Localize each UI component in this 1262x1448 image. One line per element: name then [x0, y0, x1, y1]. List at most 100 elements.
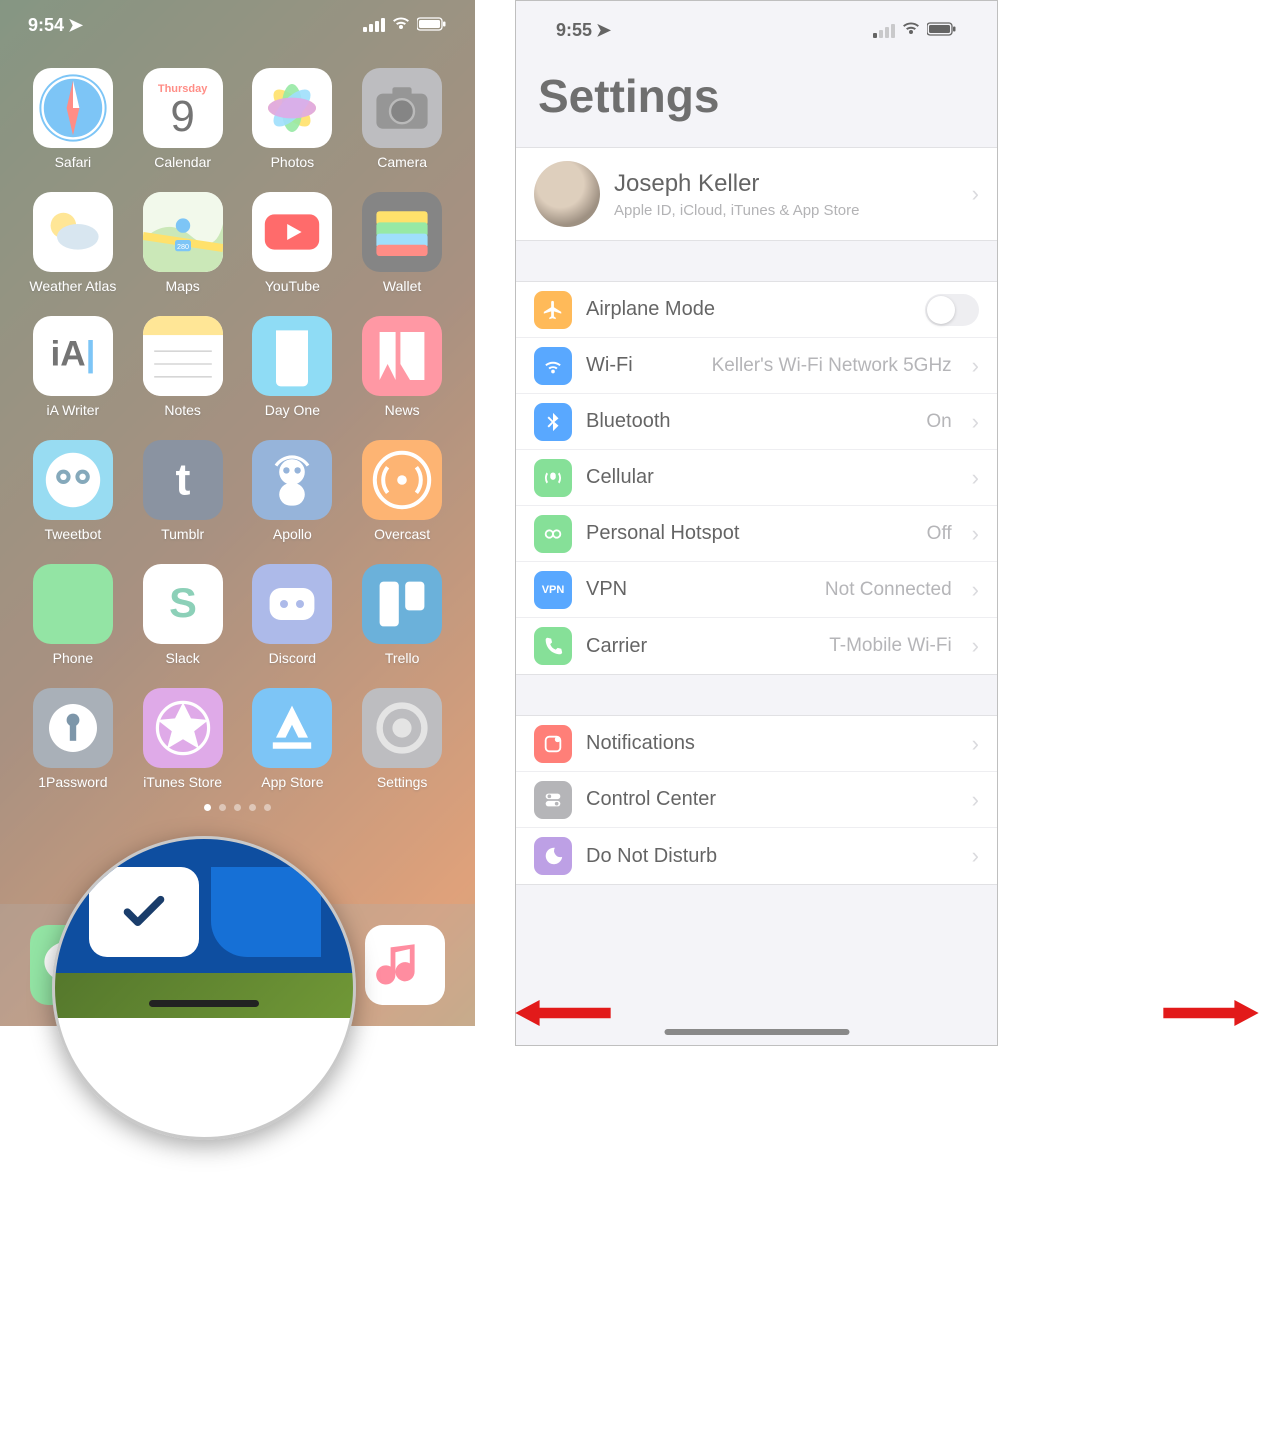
row-controlcenter[interactable]: Control Center›	[516, 772, 997, 828]
home-indicator[interactable]	[664, 1029, 849, 1035]
chevron-right-icon: ›	[972, 521, 979, 547]
wifi-icon	[534, 347, 572, 385]
bluetooth-icon	[534, 403, 572, 441]
row-label: VPN	[586, 578, 627, 601]
row-cellular[interactable]: Cellular ›	[516, 450, 997, 506]
app-label: App Store	[261, 774, 323, 790]
system-section: Notifications›Control Center›Do Not Dist…	[516, 715, 997, 885]
app-label: Trello	[385, 650, 420, 666]
app-label: Tweetbot	[44, 526, 101, 542]
page-dot[interactable]	[219, 804, 226, 811]
app-wallet[interactable]: Wallet	[351, 192, 453, 294]
battery-icon	[927, 20, 957, 41]
connectivity-section: Airplane ModeWi-FiKeller's Wi-Fi Network…	[516, 281, 997, 675]
app-discord[interactable]: Discord	[242, 564, 344, 666]
app-trello[interactable]: Trello	[351, 564, 453, 666]
cellular-icon	[534, 459, 572, 497]
app-tweetbot[interactable]: Tweetbot	[22, 440, 124, 542]
row-label: Cellular	[586, 466, 654, 489]
settings-screen: 9:55 ➤ Settings Joseph Keller Apple ID, …	[515, 0, 998, 1046]
row-dnd[interactable]: Do Not Disturb›	[516, 828, 997, 884]
svg-text:280: 280	[177, 242, 189, 251]
phone-icon	[534, 627, 572, 665]
status-bar: 9:54 ➤	[0, 0, 475, 50]
app-itunes[interactable]: iTunes Store	[132, 688, 234, 790]
page-dot[interactable]	[249, 804, 256, 811]
app-camera[interactable]: Camera	[351, 68, 453, 170]
profile-row[interactable]: Joseph Keller Apple ID, iCloud, iTunes &…	[516, 148, 997, 240]
row-vpn[interactable]: VPNVPNNot Connected›	[516, 562, 997, 618]
row-label: Bluetooth	[586, 410, 671, 433]
app-weather[interactable]: Weather Atlas	[22, 192, 124, 294]
app-label: Slack	[166, 650, 200, 666]
chevron-right-icon: ›	[972, 843, 979, 869]
swipe-right-arrow	[1156, 1000, 1262, 1026]
app-label: Discord	[269, 650, 316, 666]
toggle[interactable]	[925, 294, 979, 326]
app-youtube[interactable]: YouTube	[242, 192, 344, 294]
app-slack[interactable]: SSlack	[132, 564, 234, 666]
wifi-icon	[391, 15, 411, 36]
app-appstore[interactable]: App Store	[242, 688, 344, 790]
chevron-right-icon: ›	[972, 577, 979, 603]
app-settings[interactable]: Settings	[351, 688, 453, 790]
signal-icon	[363, 18, 385, 32]
svg-text:t: t	[175, 454, 190, 504]
location-arrow-icon: ➤	[596, 20, 611, 41]
app-news[interactable]: News	[351, 316, 453, 418]
app-label: Maps	[166, 278, 200, 294]
controlcenter-icon	[534, 781, 572, 819]
chevron-right-icon: ›	[972, 731, 979, 757]
app-apollo[interactable]: Apollo	[242, 440, 344, 542]
row-wifi[interactable]: Wi-FiKeller's Wi-Fi Network 5GHz›	[516, 338, 997, 394]
page-indicator[interactable]	[0, 804, 475, 811]
page-title: Settings	[516, 45, 997, 147]
app-label: Camera	[377, 154, 427, 170]
app-tumblr[interactable]: tTumblr	[132, 440, 234, 542]
profile-name: Joseph Keller	[614, 170, 859, 198]
row-value: On	[926, 411, 951, 433]
swipe-left-arrow	[508, 1000, 618, 1026]
app-label: Calendar	[154, 154, 211, 170]
app-calendar[interactable]: Thursday9Calendar	[132, 68, 234, 170]
app-label: iA Writer	[47, 402, 100, 418]
app-label: Overcast	[374, 526, 430, 542]
app-photos[interactable]: Photos	[242, 68, 344, 170]
row-value: Keller's Wi-Fi Network 5GHz	[712, 355, 952, 377]
chevron-right-icon: ›	[972, 465, 979, 491]
status-time: 9:54	[28, 15, 64, 36]
signal-weak-icon	[873, 24, 895, 38]
row-airplane[interactable]: Airplane Mode	[516, 282, 997, 338]
app-onepassword[interactable]: 1Password	[22, 688, 124, 790]
chevron-right-icon: ›	[972, 633, 979, 659]
app-maps[interactable]: 280 Maps	[132, 192, 234, 294]
app-phone[interactable]: Phone	[22, 564, 124, 666]
home-icon-grid: SafariThursday9CalendarPhotos Camera Weath…	[0, 50, 475, 790]
airplane-icon	[534, 291, 572, 329]
app-dayone[interactable]: Day One	[242, 316, 344, 418]
wifi-icon	[901, 20, 921, 41]
app-overcast[interactable]: Overcast	[351, 440, 453, 542]
app-safari[interactable]: Safari	[22, 68, 124, 170]
things-icon	[89, 867, 199, 957]
row-value: Off	[927, 523, 952, 545]
page-dot[interactable]	[234, 804, 241, 811]
row-bluetooth[interactable]: BluetoothOn›	[516, 394, 997, 450]
row-carrier[interactable]: CarrierT-Mobile Wi-Fi›	[516, 618, 997, 674]
app-label: Day One	[265, 402, 320, 418]
app-iawriter[interactable]: iA| iA Writer	[22, 316, 124, 418]
svg-text:iA|: iA|	[50, 335, 95, 374]
chevron-right-icon: ›	[972, 181, 979, 207]
row-label: Airplane Mode	[586, 298, 715, 321]
chevron-right-icon: ›	[972, 353, 979, 379]
dock-app-music[interactable]	[365, 925, 445, 1005]
page-dot[interactable]	[264, 804, 271, 811]
app-label: Settings	[377, 774, 428, 790]
app-notes[interactable]: Notes	[132, 316, 234, 418]
chevron-right-icon: ›	[972, 787, 979, 813]
row-hotspot[interactable]: Personal HotspotOff›	[516, 506, 997, 562]
row-notifications[interactable]: Notifications›	[516, 716, 997, 772]
page-dot[interactable]	[204, 804, 211, 811]
row-value: Not Connected	[825, 579, 952, 601]
app-label: Weather Atlas	[29, 278, 116, 294]
